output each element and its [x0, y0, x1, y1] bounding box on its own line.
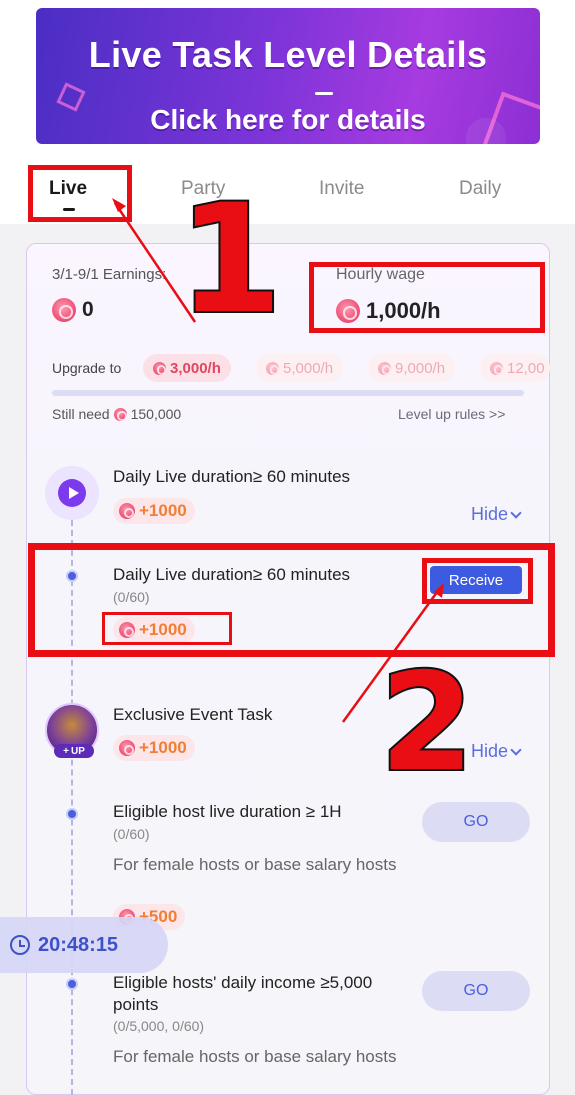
coin-icon: [52, 298, 76, 322]
upgrade-level-pill[interactable]: 9,000/h: [368, 354, 456, 382]
chevron-down-icon: [510, 743, 522, 756]
coin-icon: [266, 361, 280, 375]
plus-icon: +: [63, 745, 69, 757]
coin-icon: [153, 361, 167, 375]
tab-invite[interactable]: Invite: [319, 178, 364, 200]
chevron-down-icon: [510, 506, 522, 519]
hide-toggle[interactable]: Hide: [471, 741, 522, 762]
still-need: Still need 150,000: [52, 406, 181, 422]
subtask-description: For female hosts or base salary hosts: [113, 1047, 397, 1066]
coin-icon: [119, 740, 135, 756]
still-need-label: Still need: [52, 406, 110, 422]
play-icon: [58, 479, 86, 507]
subtask-title: Eligible host live duration ≥ 1H: [113, 802, 342, 821]
earnings-value: 0: [52, 298, 94, 322]
clock-icon: [10, 935, 30, 955]
annotation-box-reward: [102, 612, 232, 645]
timeline-dot: [66, 808, 78, 820]
timeline-dot: [66, 978, 78, 990]
tab-daily[interactable]: Daily: [459, 178, 501, 200]
subtask-title: Eligible hosts' daily income ≥5,000 poin…: [113, 973, 373, 1014]
upgrade-level-pill[interactable]: 3,000/h: [143, 354, 231, 382]
annotation-number-2: 2: [378, 644, 476, 801]
annotation-box-live-tab: [28, 165, 132, 222]
annotation-number-1: 1: [176, 173, 284, 347]
hide-toggle[interactable]: Hide: [471, 504, 522, 525]
go-button[interactable]: GO: [422, 971, 530, 1011]
upgrade-level-value: 9,000/h: [395, 359, 446, 377]
banner-title: Live Task Level Details: [88, 34, 488, 75]
upgrade-level-value: 3,000/h: [170, 359, 221, 377]
coin-icon: [113, 407, 127, 421]
upgrade-level-pill[interactable]: 12,00: [480, 354, 550, 382]
upgrade-label: Upgrade to: [52, 360, 122, 376]
earnings-label: 3/1-9/1 Earnings:: [52, 266, 167, 283]
task-reward: +1000: [113, 735, 195, 761]
go-button[interactable]: GO: [422, 802, 530, 842]
hide-label: Hide: [471, 741, 509, 761]
countdown-timer[interactable]: 20:48:15: [0, 917, 168, 973]
level-up-rules-link[interactable]: Level up rules >>: [398, 406, 505, 422]
annotation-box-hourly-wage: [309, 262, 545, 333]
avatar-up-badge: + UP: [54, 744, 94, 758]
task-title: Exclusive Event Task: [113, 705, 273, 724]
still-need-value: 150,000: [130, 406, 182, 422]
banner-subtitle: Click here for details: [150, 104, 426, 135]
subtask-progress: (0/5,000, 0/60): [113, 1018, 205, 1034]
annotation-box-receive: [422, 558, 533, 604]
banner-dash: [315, 92, 333, 95]
task-title: Daily Live duration≥ 60 minutes: [113, 467, 351, 486]
upgrade-level-value: 5,000/h: [283, 359, 334, 377]
coin-icon: [490, 361, 504, 375]
level-progress-bar: [52, 390, 524, 396]
reward-value: +1000: [139, 501, 187, 520]
earnings-amount: 0: [82, 298, 94, 321]
live-play-icon: [45, 466, 99, 520]
subtask-progress: (0/60): [113, 826, 150, 842]
upgrade-level-value: 12,00: [507, 359, 545, 377]
subtask-description: For female hosts or base salary hosts: [113, 855, 397, 874]
reward-value: +1000: [139, 738, 187, 757]
timer-value: 20:48:15: [38, 933, 119, 956]
task-reward: +1000: [113, 498, 195, 524]
badge-label: UP: [70, 745, 85, 757]
coin-icon: [119, 503, 135, 519]
upgrade-level-pill[interactable]: 5,000/h: [256, 354, 344, 382]
coin-icon: [378, 361, 392, 375]
hide-label: Hide: [471, 504, 509, 524]
level-details-banner[interactable]: Live Task Level Details Click here for d…: [36, 8, 540, 144]
